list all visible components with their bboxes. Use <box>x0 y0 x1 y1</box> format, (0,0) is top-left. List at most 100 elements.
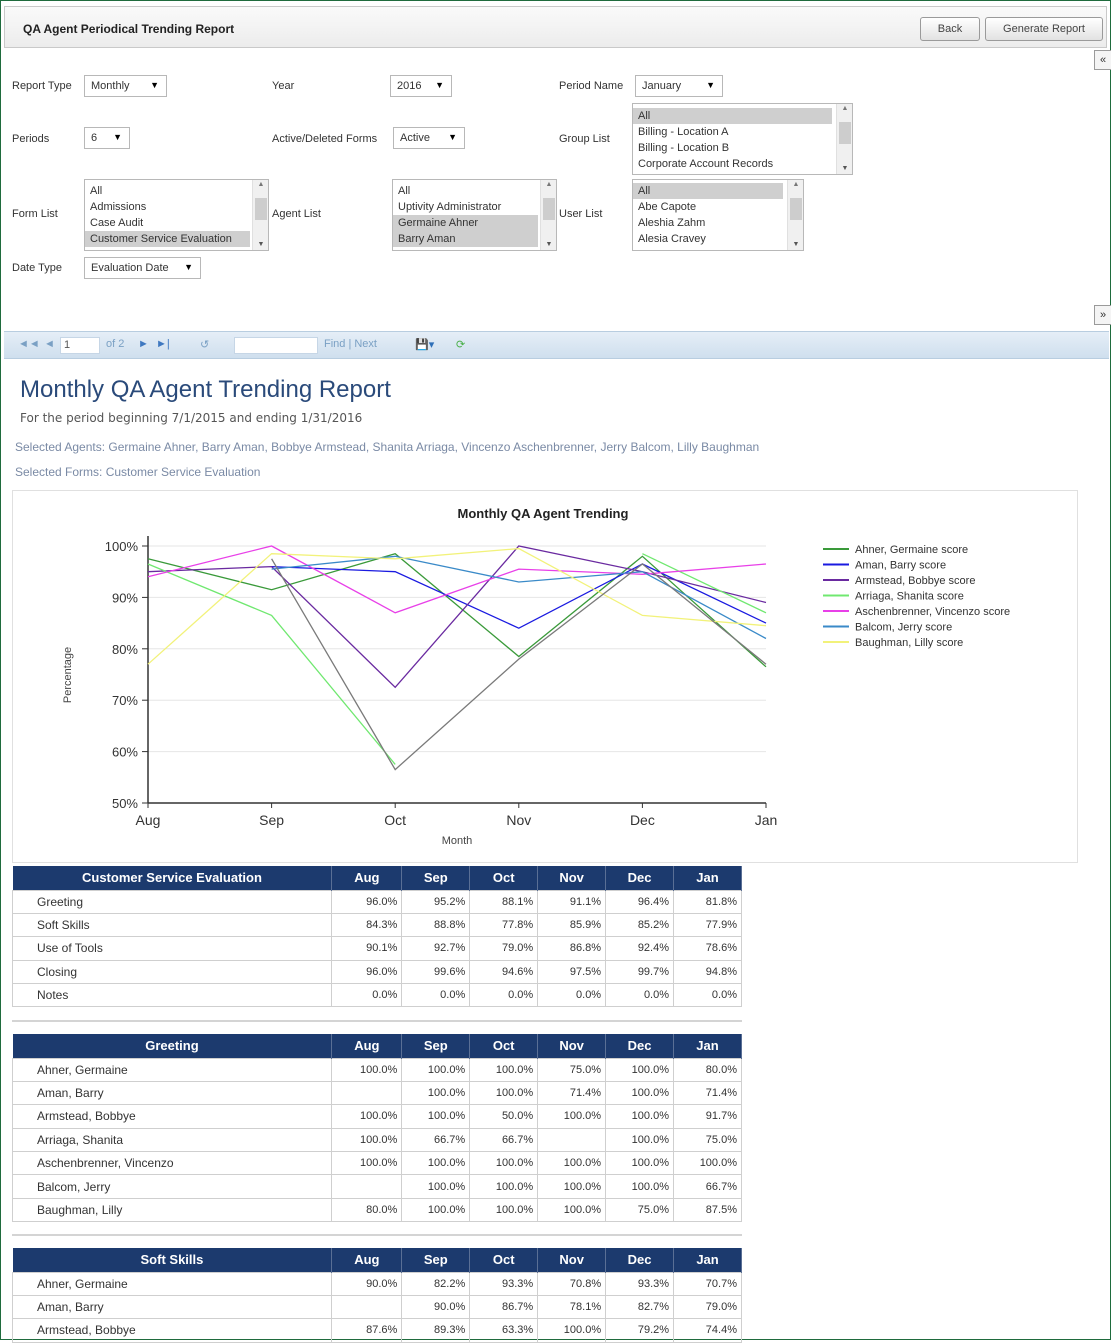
table-row: Armstead, Bobbye 87.6% 89.3% 63.3% 100.0% 79.… <box>11 1318 742 1343</box>
arrow-down-icon: ▼ <box>792 241 800 248</box>
scrollbar-thumb[interactable] <box>790 198 802 220</box>
table-cell: 0.0% <box>673 983 742 1008</box>
list-item[interactable]: Admissions <box>85 199 268 215</box>
back-button[interactable]: Back <box>920 17 980 41</box>
generate-report-button[interactable]: Generate Report <box>985 17 1103 41</box>
active-deleted-select[interactable]: Active ▼ <box>393 127 465 149</box>
period-name-select[interactable]: January ▼ <box>635 75 723 97</box>
list-item[interactable]: Uptivity Administrator <box>393 199 556 215</box>
y-tick-label: 90% <box>112 590 138 605</box>
list-item[interactable]: Abe Capote <box>633 199 803 215</box>
table-cell: 100.0% <box>605 1174 674 1199</box>
scrollbar-thumb[interactable] <box>255 198 267 220</box>
scrollbar-thumb[interactable] <box>543 198 555 220</box>
back-to-parent-icon[interactable]: ↺ <box>200 338 209 351</box>
list-item[interactable]: Customer Service Evaluation <box>85 231 250 247</box>
table-cell: 100.0% <box>469 1197 539 1223</box>
row-label: Armstead, Bobbye <box>11 1104 333 1129</box>
refresh-icon[interactable]: ⟳ <box>456 338 465 351</box>
list-item[interactable]: Aleshia Zahm <box>633 215 803 231</box>
column-header: Sep <box>401 1034 471 1058</box>
next-page-icon[interactable]: ► <box>138 338 149 350</box>
scrollbar[interactable]: ▲ ▼ <box>252 180 268 250</box>
last-page-icon[interactable]: ►| <box>156 338 170 350</box>
series-line <box>271 563 767 629</box>
table-cell: 63.3% <box>469 1318 539 1343</box>
table-row: Armstead, Bobbye 100.0% 100.0% 50.0% 100.0% 1… <box>11 1104 743 1129</box>
table-header-row: Soft Skills Aug Sep Oct Nov Dec Jan <box>12 1248 742 1272</box>
page-number-input[interactable]: 1 <box>60 337 100 354</box>
table-cell: 100.0% <box>469 1080 539 1106</box>
form-list-box[interactable]: All Admissions Case Audit Customer Servi… <box>84 179 269 251</box>
list-item[interactable]: Corporate Account Records <box>633 156 852 172</box>
x-tick-label: Sep <box>259 812 284 828</box>
row-label: Use of Tools <box>11 936 333 961</box>
table-cell: 74.4% <box>673 1318 742 1343</box>
export-icon[interactable]: 💾▾ <box>415 338 434 351</box>
list-item[interactable]: All <box>393 183 556 199</box>
table-cell: 85.9% <box>537 912 607 938</box>
legend-label: Baughman, Lilly score <box>855 637 963 649</box>
find-input[interactable] <box>234 337 318 354</box>
legend-label: Ahner, Germaine score <box>855 544 968 556</box>
year-select[interactable]: 2016 ▼ <box>390 75 452 97</box>
table-cell: 86.7% <box>469 1294 539 1320</box>
column-header: Dec <box>605 1248 675 1272</box>
previous-page-icon[interactable]: ◄ <box>44 338 55 350</box>
table-cell: 99.7% <box>605 959 675 985</box>
table-cell: 96.0% <box>331 889 403 914</box>
table-cell: 100.0% <box>605 1151 674 1176</box>
periods-select[interactable]: 6 ▼ <box>84 127 130 149</box>
form-list-label: Form List <box>12 208 58 220</box>
expand-toolbar-icon[interactable]: » <box>1094 305 1111 325</box>
scrollbar-thumb[interactable] <box>839 122 851 144</box>
summary-table: Customer Service Evaluation Aug Sep Oct Nov D… <box>11 866 742 1008</box>
table-cell: 90.0% <box>331 1271 403 1296</box>
group-list-options: All Billing - Location A Billing - Locat… <box>633 104 852 172</box>
agent-list-box[interactable]: All Uptivity Administrator Germaine Ahne… <box>392 179 557 251</box>
column-header: Jan <box>673 1034 743 1058</box>
find-next-link[interactable]: Find | Next <box>324 338 377 350</box>
chevron-down-icon: ▼ <box>184 262 193 272</box>
list-item[interactable]: All <box>633 183 783 199</box>
table-cell: 100.0% <box>605 1080 674 1106</box>
list-item[interactable]: Billing - Location B <box>633 140 852 156</box>
table-cell: 75.0% <box>605 1197 674 1223</box>
first-page-icon[interactable]: ◄◄ <box>18 338 40 350</box>
selected-agents: Selected Agents: Germaine Ahner, Barry A… <box>15 440 760 454</box>
scrollbar[interactable]: ▲ ▼ <box>787 180 803 250</box>
user-list-label: User List <box>559 208 603 220</box>
table-cell: 77.8% <box>469 912 539 938</box>
date-type-select[interactable]: Evaluation Date ▼ <box>84 257 201 279</box>
report-type-select[interactable]: Monthly ▼ <box>84 75 167 97</box>
table-cell: 100.0% <box>401 1057 471 1082</box>
list-item[interactable]: Billing - Location A <box>633 124 852 140</box>
scrollbar[interactable]: ▲ ▼ <box>540 180 556 250</box>
row-label: Soft Skills <box>11 912 333 938</box>
table-row: Baughman, Lilly 80.0% 100.0% 100.0% 100.0% 75… <box>11 1197 743 1223</box>
chevron-down-icon: ▼ <box>150 80 159 90</box>
list-item[interactable]: All <box>633 108 832 124</box>
year-value: 2016 <box>397 80 422 92</box>
row-label: Baughman, Lilly <box>11 1197 333 1223</box>
table-header-row: Greeting Aug Sep Oct Nov Dec Jan <box>12 1034 743 1058</box>
list-item[interactable]: Alesia Cravey <box>633 231 803 247</box>
list-item[interactable]: Barry Aman <box>393 231 538 247</box>
table-cell: 100.0% <box>672 1151 743 1176</box>
collapse-params-icon[interactable]: « <box>1094 50 1111 70</box>
table-cell: 100.0% <box>401 1080 471 1106</box>
list-item[interactable]: All <box>85 183 268 199</box>
user-list-box[interactable]: All Abe Capote Aleshia Zahm Alesia Crave… <box>632 179 804 251</box>
list-item[interactable]: Case Audit <box>85 215 268 231</box>
group-list-box[interactable]: All Billing - Location A Billing - Locat… <box>632 103 853 175</box>
legend-label: Balcom, Jerry score <box>855 622 952 634</box>
list-item[interactable]: Germaine Ahner <box>393 215 538 231</box>
table-cell: 94.8% <box>673 959 742 985</box>
table-row: Soft Skills 84.3% 88.8% 77.8% 85.9% 85.2% 77.9… <box>11 912 742 938</box>
period-name-value: January <box>642 80 682 92</box>
scrollbar[interactable]: ▲ ▼ <box>836 104 852 174</box>
series-line <box>147 552 767 668</box>
table-cell: 79.2% <box>605 1318 675 1343</box>
table-cell: 100.0% <box>331 1151 403 1176</box>
table-cell: 100.0% <box>537 1174 607 1199</box>
